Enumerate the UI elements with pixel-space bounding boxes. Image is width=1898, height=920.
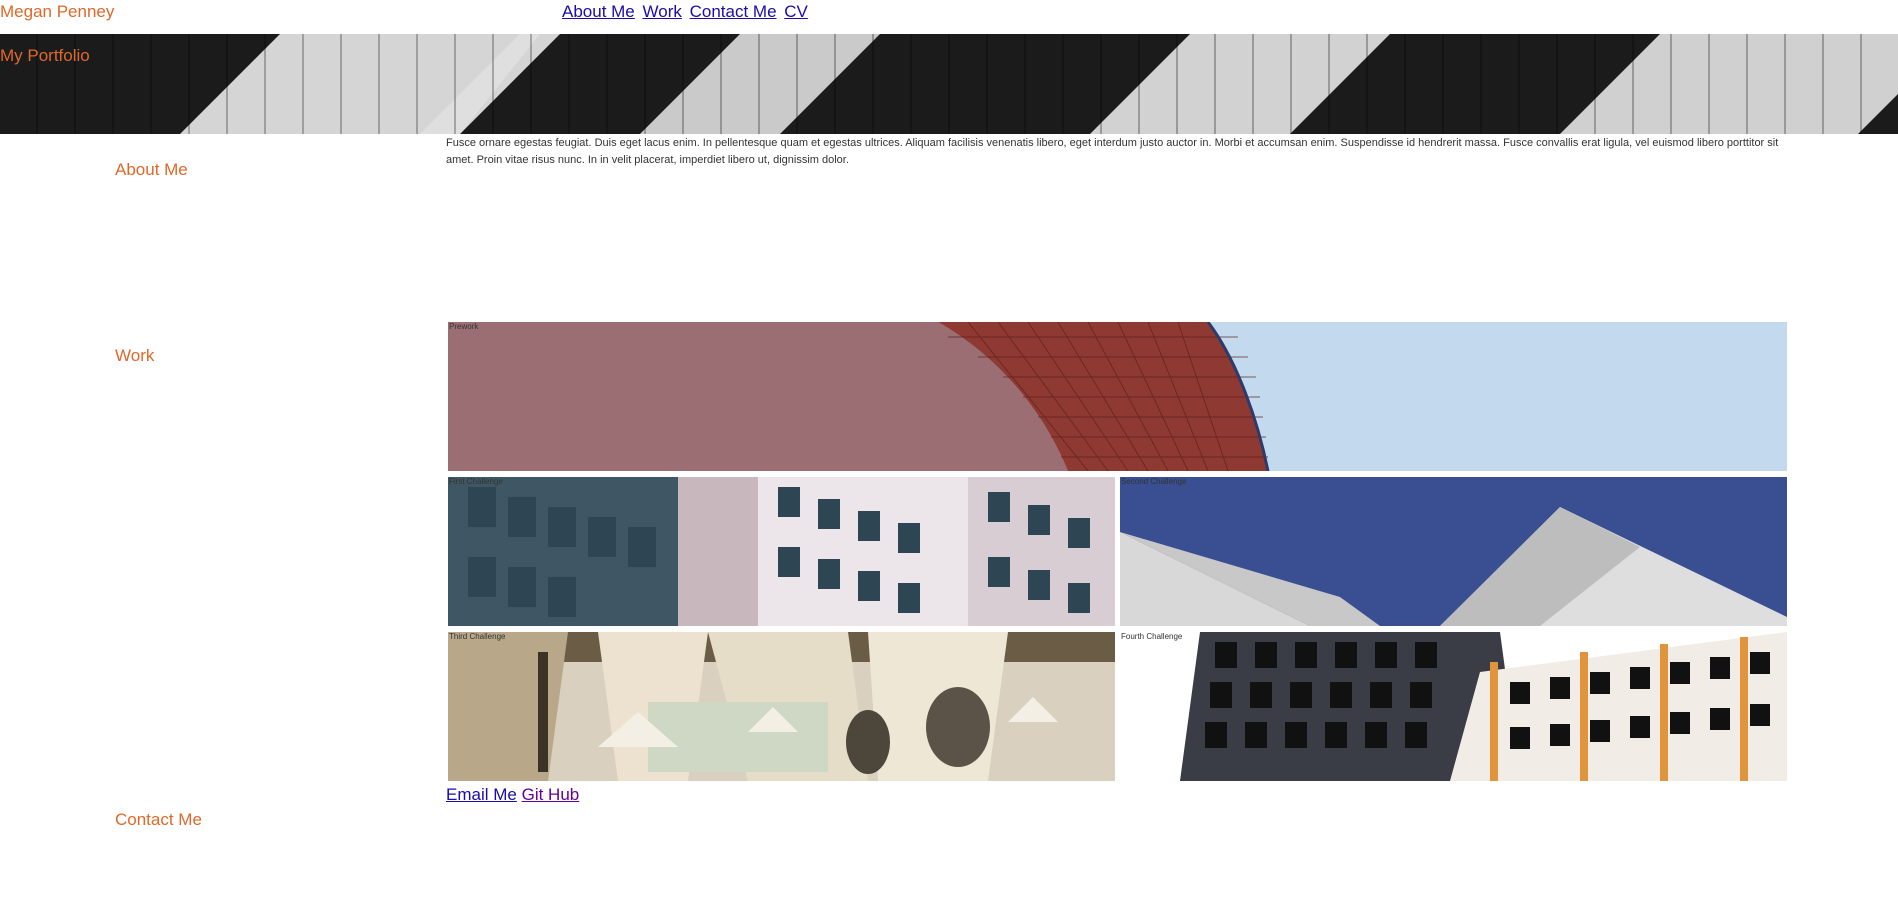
top-nav: About Me Work Contact Me CV <box>562 2 811 22</box>
about-text: Fusce ornare egestas feugiat. Duis eget … <box>446 137 1779 166</box>
work-heading: Work <box>115 346 155 365</box>
tile-label-third-challenge: Third Challenge <box>449 632 506 641</box>
tile-label-second-challenge: Second Challenge <box>1121 477 1187 486</box>
fourth-challenge-image <box>1120 632 1787 781</box>
tile-label-first-challenge: First Challenge <box>449 477 503 486</box>
hero-banner: My Portfolio <box>0 34 1898 134</box>
github-link[interactable]: Git Hub <box>522 785 580 804</box>
contact-links: Email Me Git Hub <box>446 785 579 805</box>
tile-label-fourth-challenge: Fourth Challenge <box>1121 632 1183 641</box>
work-tile-second-challenge[interactable]: Second Challenge <box>1120 477 1787 626</box>
nav-link-work[interactable]: Work <box>643 2 682 21</box>
work-tile-third-challenge[interactable]: Third Challenge <box>448 632 1115 781</box>
first-challenge-image <box>448 477 1115 626</box>
work-tile-first-challenge[interactable]: First Challenge <box>448 477 1115 626</box>
hero-background-image <box>0 34 1898 134</box>
site-name: Megan Penney <box>0 2 115 21</box>
tile-label-prework: Prework <box>449 322 479 331</box>
contact-heading: Contact Me <box>115 810 202 829</box>
page: Megan Penney About Me Work Contact Me CV <box>0 0 1898 920</box>
third-challenge-image <box>448 632 1115 781</box>
hero-title: My Portfolio <box>0 46 90 65</box>
nav-link-about-me[interactable]: About Me <box>562 2 635 21</box>
prework-image <box>448 322 1787 471</box>
work-tile-prework[interactable]: Prework <box>448 322 1787 471</box>
about-heading: About Me <box>115 160 188 179</box>
nav-link-cv[interactable]: CV <box>784 2 808 21</box>
nav-link-contact-me[interactable]: Contact Me <box>690 2 777 21</box>
email-link[interactable]: Email Me <box>446 785 517 804</box>
work-tile-fourth-challenge[interactable]: Fourth Challenge <box>1120 632 1787 781</box>
second-challenge-image <box>1120 477 1787 626</box>
